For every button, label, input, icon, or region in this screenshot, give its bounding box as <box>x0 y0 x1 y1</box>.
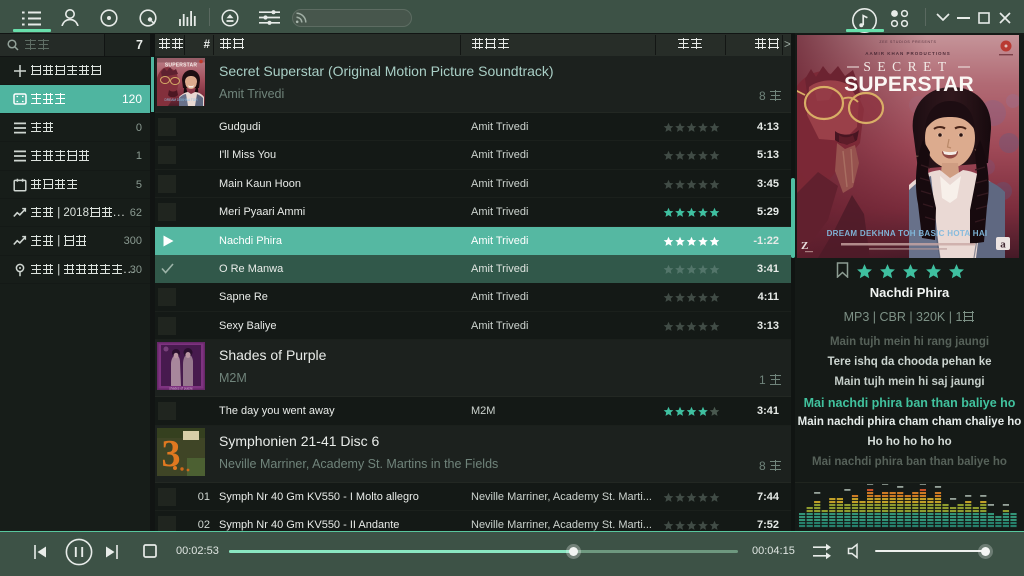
svg-text:DREAM DEKHNA TOH: DREAM DEKHNA TOH <box>164 98 198 102</box>
svg-text:SECRET: SECRET <box>863 59 952 74</box>
svg-text:ZEE STUDIOS PRESENTS: ZEE STUDIOS PRESENTS <box>879 40 936 44</box>
svg-text:SUPERSTAR: SUPERSTAR <box>844 73 974 96</box>
svg-text:AAMIR KHAN PRODUCTIONS: AAMIR KHAN PRODUCTIONS <box>865 51 951 56</box>
svg-text:a: a <box>1000 239 1006 251</box>
svg-text:DREAM DEKHNA TOH BASIC HOTA HA: DREAM DEKHNA TOH BASIC HOTA HAI <box>827 229 988 238</box>
svg-text:3: 3 <box>162 433 181 475</box>
svg-text:shades of purple: shades of purple <box>169 387 193 391</box>
svg-text:Z: Z <box>801 240 808 252</box>
svg-text:SUPERSTAR: SUPERSTAR <box>165 63 197 69</box>
